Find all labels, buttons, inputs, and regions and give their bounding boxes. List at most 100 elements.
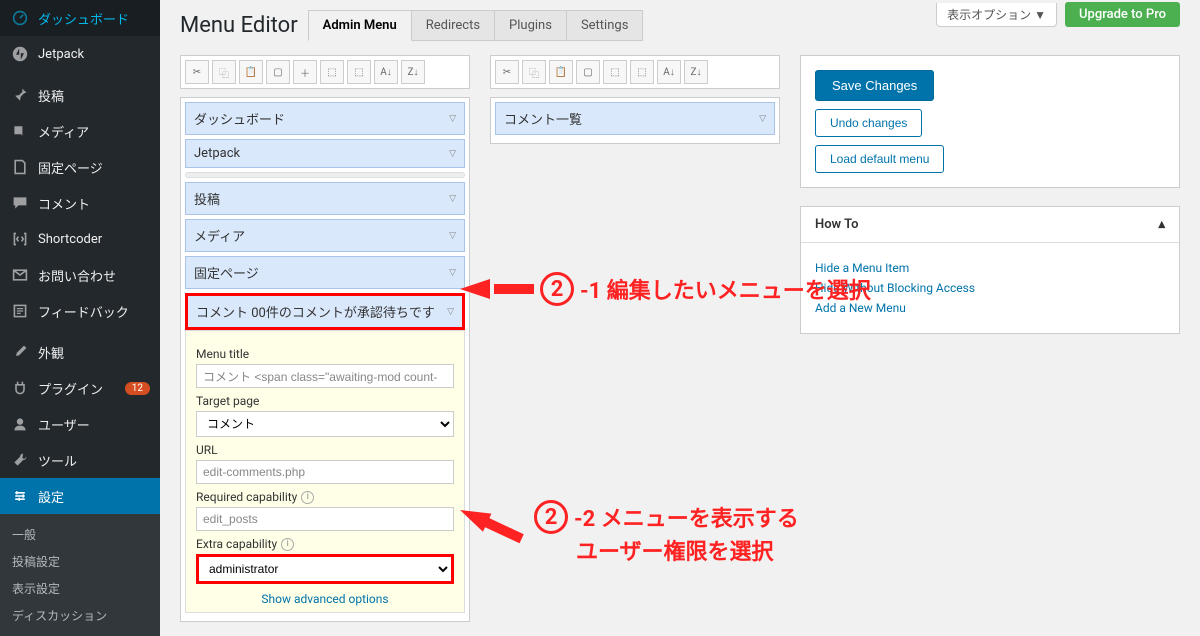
new-button[interactable]: ▢ (266, 60, 290, 84)
sidebar-label: メディア (38, 122, 150, 141)
sort-desc-button[interactable]: Z↓ (401, 60, 425, 84)
chevron-down-icon: ▽ (449, 149, 456, 159)
collapse-icon: ▴ (1158, 217, 1165, 232)
sidebar-item-jetpack[interactable]: Jetpack (0, 36, 160, 72)
menu-item[interactable]: ダッシュボード▽ (185, 102, 465, 135)
paste-button[interactable]: 📋 (549, 60, 573, 84)
copy-button[interactable]: ⿻ (212, 60, 236, 84)
sidebar-item-contact[interactable]: お問い合わせ (0, 257, 160, 293)
info-icon[interactable]: i (281, 538, 294, 551)
update-badge: 12 (125, 382, 150, 395)
extra-cap-select[interactable]: administrator (196, 554, 454, 584)
screen-options-toggle[interactable]: 表示オプション ▼ (936, 3, 1057, 27)
menu-toolbar-left: ✂ ⿻ 📋 ▢ ＋ ⬚ ⬚ A↓ Z↓ (180, 55, 470, 89)
chevron-down-icon: ▽ (449, 194, 456, 204)
sort-asc-button[interactable]: A↓ (657, 60, 681, 84)
sidebar-submenu: 一般 投稿設定 表示設定 ディスカッション (0, 514, 160, 636)
menu-separator[interactable] (185, 172, 465, 178)
new-button[interactable]: ▢ (576, 60, 600, 84)
sort-desc-button[interactable]: Z↓ (684, 60, 708, 84)
target-page-select[interactable]: コメント (196, 411, 454, 437)
sidebar-label: 外観 (38, 343, 150, 362)
sidebar-label: 設定 (38, 487, 150, 506)
copy-button[interactable]: ⿻ (522, 60, 546, 84)
sidebar-item-media[interactable]: メディア (0, 113, 160, 149)
tab-admin-menu[interactable]: Admin Menu (308, 10, 412, 41)
top-menu-list: ダッシュボード▽ Jetpack▽ 投稿▽ メディア▽ 固定ページ▽ コメント … (180, 97, 470, 622)
cut-button[interactable]: ✂ (185, 60, 209, 84)
howto-header[interactable]: How To ▴ (801, 207, 1179, 243)
mail-icon (10, 265, 30, 285)
tab-redirects[interactable]: Redirects (411, 10, 495, 40)
media-icon (10, 121, 30, 141)
plugin-icon (10, 378, 30, 398)
sidebar-item-pages[interactable]: 固定ページ (0, 149, 160, 185)
submenu-list: コメント一覧▽ (490, 97, 780, 144)
menu-item[interactable]: Jetpack▽ (185, 139, 465, 168)
url-input[interactable] (196, 460, 454, 484)
paste-button[interactable]: 📋 (239, 60, 263, 84)
menu-item[interactable]: メディア▽ (185, 219, 465, 252)
sidebar-sub-writing[interactable]: 投稿設定 (0, 548, 160, 575)
sidebar-label: 固定ページ (38, 158, 150, 177)
required-cap-input[interactable] (196, 507, 454, 531)
sidebar-label: ツール (38, 451, 150, 470)
sidebar-item-plugins[interactable]: プラグイン12 (0, 370, 160, 406)
feedback-icon (10, 301, 30, 321)
sidebar-item-settings[interactable]: 設定 (0, 478, 160, 514)
howto-title: How To (815, 217, 858, 232)
save-button[interactable]: Save Changes (815, 70, 934, 101)
sidebar-item-users[interactable]: ユーザー (0, 406, 160, 442)
wp-admin-sidebar: ダッシュボード Jetpack 投稿 メディア 固定ページ コメント Short… (0, 0, 160, 600)
menu-item[interactable]: 投稿▽ (185, 182, 465, 215)
chevron-down-icon: ▽ (759, 114, 766, 124)
howto-link[interactable]: Hide a Menu Item (815, 261, 1165, 275)
shortcode-icon (10, 229, 30, 249)
sidebar-sub-discussion[interactable]: ディスカッション (0, 602, 160, 629)
tab-plugins[interactable]: Plugins (494, 10, 567, 40)
menu-toolbar-mid: ✂ ⿻ 📋 ▢ ⬚ ⬚ A↓ Z↓ (490, 55, 780, 89)
user-icon (10, 414, 30, 434)
sidebar-item-dashboard[interactable]: ダッシュボード (0, 0, 160, 36)
sidebar-item-posts[interactable]: 投稿 (0, 77, 160, 113)
add-button[interactable]: ＋ (293, 60, 317, 84)
sep-button[interactable]: ⬚ (320, 60, 344, 84)
delete-button[interactable]: ⬚ (347, 60, 371, 84)
sidebar-label: ダッシュボード (38, 9, 150, 28)
chevron-down-icon: ▽ (447, 307, 454, 317)
upgrade-button[interactable]: Upgrade to Pro (1065, 2, 1180, 27)
comment-icon (10, 193, 30, 213)
actions-box: Save Changes Undo changes Load default m… (800, 55, 1180, 188)
tab-settings[interactable]: Settings (566, 10, 643, 40)
howto-link[interactable]: Hide Without Blocking Access (815, 281, 1165, 295)
sidebar-item-tools[interactable]: ツール (0, 442, 160, 478)
sidebar-sub-general[interactable]: 一般 (0, 521, 160, 548)
sort-asc-button[interactable]: A↓ (374, 60, 398, 84)
undo-button[interactable]: Undo changes (815, 109, 922, 137)
sidebar-item-shortcoder[interactable]: Shortcoder (0, 221, 160, 257)
sidebar-item-appearance[interactable]: 外観 (0, 334, 160, 370)
sidebar-item-comments[interactable]: コメント (0, 185, 160, 221)
right-panel: Save Changes Undo changes Load default m… (800, 55, 1180, 622)
menu-item[interactable]: コメント一覧▽ (495, 102, 775, 135)
editor-tabs: Admin Menu Redirects Plugins Settings (309, 10, 644, 41)
howto-link[interactable]: Add a New Menu (815, 301, 1165, 315)
advanced-options-link[interactable]: Show advanced options (196, 592, 454, 606)
sep-button[interactable]: ⬚ (603, 60, 627, 84)
cut-button[interactable]: ✂ (495, 60, 519, 84)
menu-title-input[interactable] (196, 364, 454, 388)
delete-button[interactable]: ⬚ (630, 60, 654, 84)
sidebar-label: フィードバック (38, 302, 150, 321)
howto-box: How To ▴ Hide a Menu Item Hide Without Bl… (800, 206, 1180, 334)
info-icon[interactable]: i (301, 491, 314, 504)
brush-icon (10, 342, 30, 362)
menu-item-details: Menu title Target page コメント URL Required… (185, 330, 465, 613)
sidebar-label: お問い合わせ (38, 266, 150, 285)
sidebar-item-feedback[interactable]: フィードバック (0, 293, 160, 329)
menu-item[interactable]: 固定ページ▽ (185, 256, 465, 289)
field-label: Extra capabilityi (196, 537, 454, 551)
sidebar-sub-reading[interactable]: 表示設定 (0, 575, 160, 602)
load-default-button[interactable]: Load default menu (815, 145, 944, 173)
menu-item-selected[interactable]: コメント 00件のコメントが承認待ちです▽ (185, 293, 465, 330)
field-label: Required capabilityi (196, 490, 454, 504)
